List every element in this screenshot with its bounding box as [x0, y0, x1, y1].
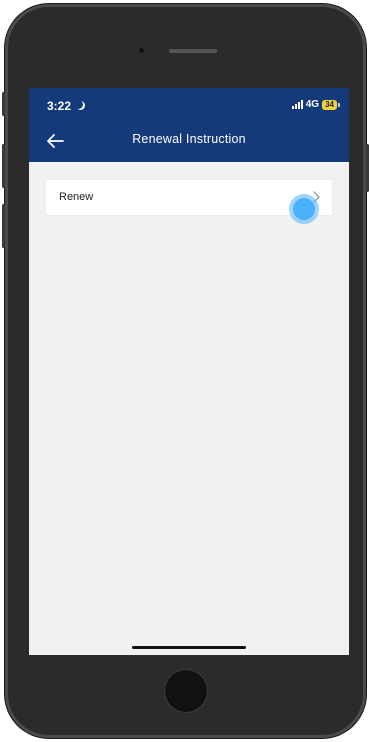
list-item-label: Renew — [59, 191, 94, 203]
network-type: 4G — [305, 99, 320, 110]
app-screen: 3:22 4G 34 Renewal Instruction Renew — [29, 88, 349, 655]
front-camera — [139, 48, 144, 53]
signal-icon — [291, 100, 303, 109]
home-button[interactable] — [165, 670, 207, 712]
moon-icon — [74, 100, 83, 109]
mute-switch — [2, 92, 5, 116]
home-indicator-bar[interactable] — [132, 646, 246, 649]
time-text: 3:22 — [47, 99, 72, 113]
volume-up-button — [2, 144, 5, 188]
status-time: 3:22 — [47, 99, 85, 113]
app-header: Renewal Instruction — [29, 120, 349, 162]
battery-icon: 34 — [322, 99, 340, 110]
page-title: Renewal Instruction — [132, 132, 246, 146]
battery-level: 34 — [325, 99, 334, 109]
status-indicators: 4G 34 — [291, 99, 340, 110]
earpiece-speaker — [169, 49, 217, 53]
volume-down-button — [2, 204, 5, 248]
tap-indicator — [289, 194, 319, 224]
status-bar: 3:22 4G 34 — [29, 88, 349, 120]
